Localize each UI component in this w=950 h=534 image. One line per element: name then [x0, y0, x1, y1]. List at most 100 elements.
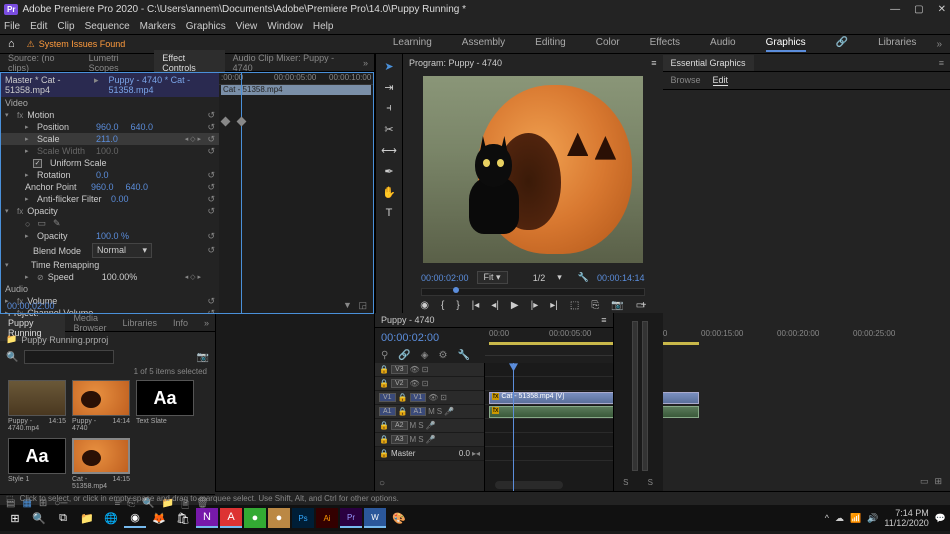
- go-to-out-icon[interactable]: ▸|: [550, 300, 558, 311]
- track-a2[interactable]: A2: [391, 421, 408, 430]
- timeline-clip-video[interactable]: fx Cat - 51358.mp4 [V]: [489, 392, 699, 404]
- close-button[interactable]: ✕: [938, 4, 946, 15]
- panel-menu-icon[interactable]: ≡: [931, 55, 950, 71]
- ec-position-x[interactable]: 960.0: [96, 122, 119, 132]
- work-area-bar[interactable]: [489, 342, 699, 345]
- ec-playhead[interactable]: [241, 73, 242, 313]
- program-timecode[interactable]: 00:00:02:00: [421, 273, 469, 283]
- program-scrubber[interactable]: [421, 288, 645, 296]
- track-v1[interactable]: V1: [410, 393, 427, 402]
- reset-icon[interactable]: ↺: [207, 170, 215, 181]
- menu-help[interactable]: Help: [313, 21, 334, 32]
- mask-ellipse-icon[interactable]: ○: [25, 219, 30, 229]
- workspace-overflow[interactable]: »: [936, 39, 942, 50]
- solo-button[interactable]: S: [648, 478, 653, 487]
- firefox-icon[interactable]: 🦊: [148, 508, 170, 528]
- mask-rect-icon[interactable]: ▭: [37, 218, 46, 229]
- explorer-icon[interactable]: 📁: [76, 508, 98, 528]
- word-icon[interactable]: W: [364, 508, 386, 528]
- menu-edit[interactable]: Edit: [30, 21, 47, 32]
- photoshop-icon[interactable]: Ps: [292, 508, 314, 528]
- wrench-icon[interactable]: 🔧: [457, 350, 469, 361]
- linked-selection-icon[interactable]: 🔗: [398, 350, 410, 361]
- step-forward-icon[interactable]: |▸: [531, 300, 539, 311]
- reset-icon[interactable]: ↺: [207, 122, 215, 133]
- tray-overflow-icon[interactable]: ^: [825, 513, 829, 523]
- razor-tool-icon[interactable]: ✂: [384, 123, 393, 136]
- eg-edit-tab[interactable]: Edit: [713, 75, 729, 86]
- pen-tool-icon[interactable]: ✒: [384, 165, 393, 178]
- eg-browse-tab[interactable]: Browse: [671, 75, 701, 86]
- snap-icon[interactable]: ⚲: [381, 350, 388, 361]
- mask-pen-icon[interactable]: ✎: [53, 218, 61, 229]
- workspace-color[interactable]: Color: [596, 37, 620, 52]
- tab-libraries[interactable]: Libraries: [114, 315, 165, 331]
- go-to-in-icon[interactable]: |◂: [472, 300, 480, 311]
- clock-date[interactable]: 11/12/2020: [884, 518, 928, 528]
- timeline-clip-audio[interactable]: fx: [489, 406, 699, 418]
- track-select-icon[interactable]: ⇥: [384, 81, 393, 94]
- reset-icon[interactable]: ↺: [207, 194, 215, 205]
- step-back-icon[interactable]: ◂|: [491, 300, 499, 311]
- ec-opacity[interactable]: Opacity: [27, 206, 97, 216]
- lift-icon[interactable]: ⬚: [570, 300, 579, 311]
- zoom-fit-dropdown[interactable]: Fit ▾: [477, 271, 508, 284]
- panel-menu-icon[interactable]: »: [196, 315, 215, 331]
- clock-time[interactable]: 7:14 PM: [884, 508, 928, 518]
- home-icon[interactable]: ⌂: [8, 38, 15, 50]
- acrobat-icon[interactable]: A: [220, 508, 242, 528]
- onenote-icon[interactable]: N: [196, 508, 218, 528]
- slip-tool-icon[interactable]: ⟷: [381, 144, 397, 157]
- eg-group-icon[interactable]: ⊞: [934, 476, 942, 487]
- eg-layer-icon[interactable]: ▭: [920, 476, 929, 487]
- ec-time-remap[interactable]: Time Remapping: [31, 260, 101, 270]
- ec-speed-value[interactable]: 100.00%: [102, 272, 138, 282]
- marker-icon[interactable]: ◈: [421, 350, 429, 361]
- resolution-dropdown[interactable]: 1/2: [533, 273, 546, 283]
- ripple-edit-icon[interactable]: ⫞: [386, 102, 392, 115]
- reset-icon[interactable]: ↺: [207, 308, 215, 314]
- workspace-effects[interactable]: Effects: [650, 37, 680, 52]
- network-icon[interactable]: 📶: [850, 513, 861, 524]
- panel-menu-icon[interactable]: ≡: [651, 58, 656, 68]
- minimize-button[interactable]: —: [890, 4, 900, 15]
- circle-icon[interactable]: ○: [379, 478, 385, 489]
- timeline-playhead[interactable]: [513, 363, 514, 491]
- track-a1[interactable]: A1: [410, 407, 427, 416]
- track-a3[interactable]: A3: [391, 435, 408, 444]
- reset-icon[interactable]: ↺: [207, 231, 215, 242]
- in-point-icon[interactable]: {: [441, 300, 444, 311]
- project-item[interactable]: Aa Text Slate: [136, 380, 194, 432]
- playhead-icon[interactable]: [453, 287, 459, 293]
- tab-essential-graphics[interactable]: Essential Graphics: [663, 55, 754, 71]
- export-frame-icon[interactable]: 📷: [611, 300, 623, 311]
- menu-markers[interactable]: Markers: [140, 21, 176, 32]
- chrome-icon[interactable]: ◉: [124, 508, 146, 528]
- new-bin-icon[interactable]: 📷: [197, 352, 209, 363]
- solo-button[interactable]: S: [623, 478, 628, 487]
- menu-graphics[interactable]: Graphics: [186, 21, 226, 32]
- ec-rotation-value[interactable]: 0.0: [96, 170, 109, 180]
- play-icon[interactable]: ▶: [511, 300, 519, 311]
- uniform-scale-checkbox[interactable]: ✓: [33, 159, 42, 168]
- ec-timeline[interactable]: :00:00 00:00:05:00 00:00:10:00 Cat - 513…: [219, 73, 373, 313]
- edge-icon[interactable]: 🌐: [100, 508, 122, 528]
- menu-view[interactable]: View: [236, 21, 258, 32]
- menu-window[interactable]: Window: [267, 21, 303, 32]
- reset-icon[interactable]: ↺: [207, 146, 215, 157]
- keyframe-nav[interactable]: ◂ ◇ ▸: [185, 135, 201, 143]
- panel-menu-icon[interactable]: ≡: [601, 315, 606, 325]
- timeline-tab[interactable]: Puppy - 4740: [381, 315, 435, 325]
- menu-file[interactable]: File: [4, 21, 20, 32]
- app-icon[interactable]: ●: [268, 508, 290, 528]
- reset-icon[interactable]: ↺: [207, 110, 215, 121]
- hand-tool-icon[interactable]: ✋: [382, 186, 396, 199]
- workspace-audio[interactable]: Audio: [710, 37, 736, 52]
- keyframe-nav[interactable]: ◂ ◇ ▸: [185, 273, 201, 281]
- menu-sequence[interactable]: Sequence: [85, 21, 130, 32]
- project-item[interactable]: Cat - 51358.mp414:15: [72, 438, 130, 490]
- track-master[interactable]: Master: [391, 449, 415, 458]
- premiere-icon[interactable]: Pr: [340, 508, 362, 528]
- timeline-tracks[interactable]: fx Cat - 51358.mp4 [V] fx: [485, 363, 613, 491]
- settings-icon[interactable]: ⚙: [438, 350, 447, 361]
